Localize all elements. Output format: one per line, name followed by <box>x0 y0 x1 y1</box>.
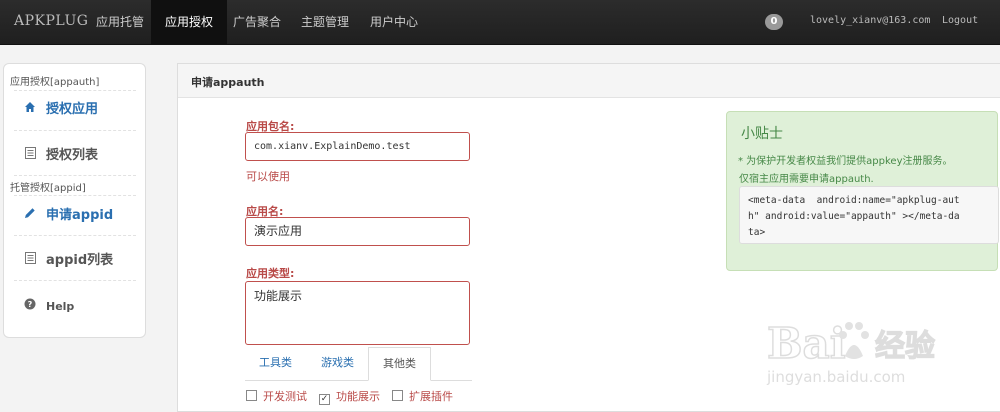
checkbox-label: 功能展示 <box>336 390 380 403</box>
checkbox-box[interactable] <box>246 390 257 401</box>
baidu-watermark: Bai 经验 jingyan.baidu.com <box>765 300 965 400</box>
sidebar-item-label: Help <box>46 300 75 313</box>
tip-text: * 为保护开发者权益我们提供appkey注册服务。 <box>738 156 953 167</box>
checkbox-label: 开发测试 <box>263 390 307 403</box>
package-name-input[interactable]: com.xianv.ExplainDemo.test <box>245 132 470 161</box>
sidebar-item-label: 申请appid <box>46 208 114 223</box>
svg-text:?: ? <box>28 300 33 309</box>
logout-link[interactable]: Logout <box>942 15 978 26</box>
list-icon <box>22 143 38 169</box>
user-email[interactable]: lovely_xianv@163.com <box>810 15 930 26</box>
watermark-brand-2: 经验 <box>875 329 935 364</box>
divider <box>14 195 136 196</box>
checkbox-extension-plugin[interactable]: 扩展插件 <box>392 388 453 404</box>
tip-title: 小贴士 <box>741 126 783 142</box>
watermark-brand: Bai <box>767 319 846 368</box>
sidebar-item-label: appid列表 <box>46 253 114 268</box>
nav-app-hosting[interactable]: 应用托管 <box>82 0 158 44</box>
tab-games[interactable]: 游戏类 <box>307 347 368 379</box>
divider <box>14 280 136 281</box>
nav-theme-management[interactable]: 主题管理 <box>287 0 363 44</box>
brand-logo[interactable]: APKPLUG <box>14 13 88 29</box>
sidebar-header-appid: 托管授权[appid] <box>10 183 86 194</box>
nav-user-center[interactable]: 用户中心 <box>356 0 432 44</box>
sidebar-item-help[interactable]: ? Help <box>22 294 74 320</box>
checkbox-dev-test[interactable]: 开发测试 <box>246 388 307 404</box>
app-type-label: 应用类型: <box>246 267 295 280</box>
sidebar-item-label: 授权应用 <box>46 102 99 117</box>
category-tabs: 工具类 游戏类 其他类 <box>245 347 472 381</box>
pencil-icon <box>22 203 38 229</box>
tip-box: 小贴士 * 为保护开发者权益我们提供appkey注册服务。 仅宿主应用需要申请a… <box>726 111 999 271</box>
sidebar-item-appid-list[interactable]: appid列表 <box>22 248 113 274</box>
checkbox-box-checked[interactable]: ✓ <box>319 394 330 405</box>
package-name-hint: 可以使用 <box>246 170 290 183</box>
divider <box>14 235 136 236</box>
list-icon <box>22 248 38 274</box>
page-title: 申请appauth <box>191 76 265 89</box>
checkbox-box[interactable] <box>392 390 403 401</box>
checkbox-feature-demo[interactable]: ✓ 功能展示 <box>319 388 380 405</box>
sidebar-item-auth-list[interactable]: 授权列表 <box>22 143 98 169</box>
home-icon <box>22 97 38 123</box>
nav-app-auth[interactable]: 应用授权 <box>151 0 228 44</box>
checkbox-label: 扩展插件 <box>409 390 453 403</box>
code-snippet: <meta-data android:name="apkplug-aut h" … <box>739 186 999 244</box>
divider <box>14 130 136 131</box>
tab-other[interactable]: 其他类 <box>368 347 431 381</box>
sidebar-header-appauth: 应用授权[appauth] <box>10 77 100 88</box>
nav-ad-aggregation[interactable]: 广告聚合 <box>219 0 295 44</box>
top-navbar: APKPLUG 应用托管 应用授权 广告聚合 主题管理 用户中心 0 lovel… <box>0 0 1000 45</box>
tab-tools[interactable]: 工具类 <box>245 347 306 379</box>
divider <box>14 175 136 176</box>
panel-header: 申请appauth <box>178 64 1000 98</box>
divider <box>14 90 136 91</box>
sidebar-item-label: 授权列表 <box>46 148 99 163</box>
notification-badge[interactable]: 0 <box>765 14 783 30</box>
help-icon: ? <box>22 294 38 320</box>
tip-text: 仅宿主应用需要申请appauth. <box>739 174 874 185</box>
watermark-url: jingyan.baidu.com <box>766 368 905 386</box>
sidebar: 应用授权[appauth] 授权应用 授权列表 托管授权[appid] 申请ap… <box>3 63 146 338</box>
app-type-textarea[interactable]: 功能展示 <box>245 281 470 345</box>
app-name-input[interactable]: 演示应用 <box>245 217 470 246</box>
sidebar-item-authorize-app[interactable]: 授权应用 <box>22 97 98 123</box>
sidebar-item-apply-appid[interactable]: 申请appid <box>22 203 113 229</box>
